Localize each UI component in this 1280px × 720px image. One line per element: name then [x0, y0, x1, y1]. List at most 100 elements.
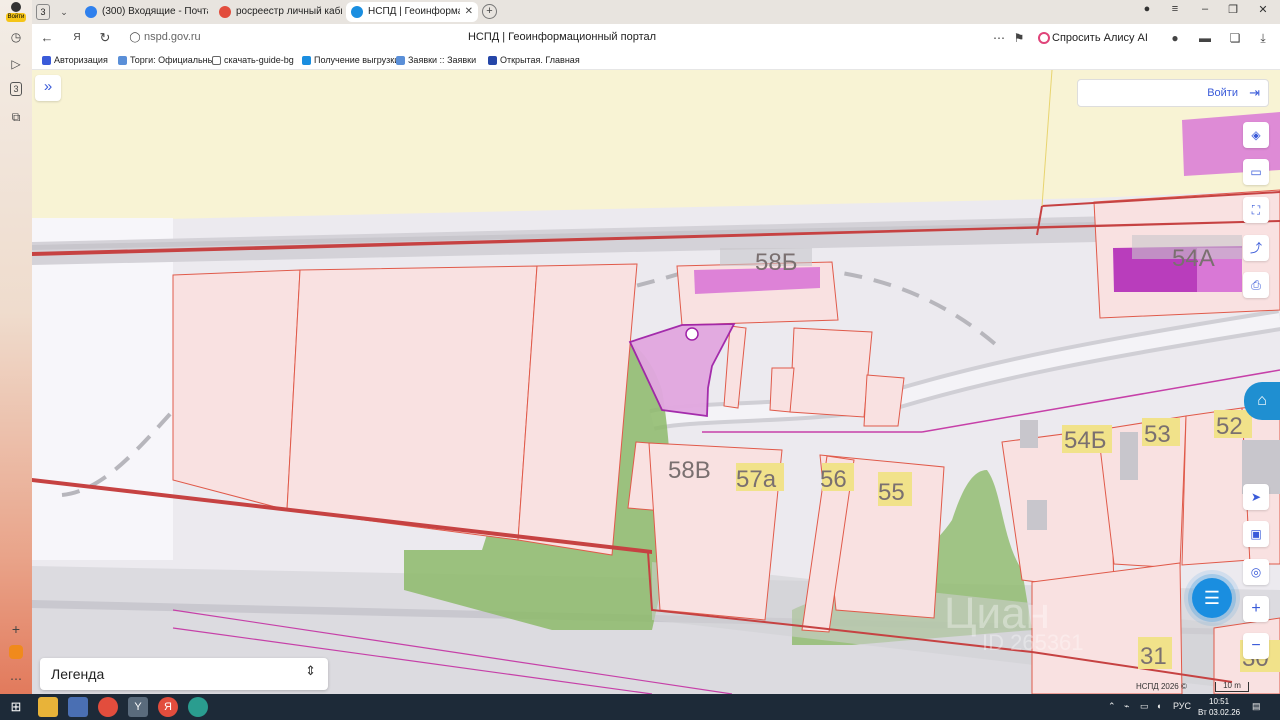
restore-icon[interactable]: ❐ [1224, 3, 1242, 16]
vpn-icon[interactable]: ▬ [1196, 29, 1214, 47]
navigate-button[interactable]: ➤ [1243, 484, 1269, 510]
parcel-label: 54Б [1064, 427, 1106, 454]
play-icon[interactable]: ▷ [7, 55, 25, 73]
tab-bar: 3 ⌄ (300) Входящие - Почта Mail росреест… [32, 0, 1280, 24]
layers-button[interactable]: ◈ [1243, 122, 1269, 148]
parcel-label: 52 [1216, 413, 1243, 440]
bookmark-item[interactable]: Торги: Официальный [118, 55, 219, 65]
profile-avatar[interactable]: Войти [4, 2, 28, 22]
map-layer: 58Б 54А 58В 57а 56 55 54Б 53 52 31 30 Ци… [32, 70, 1280, 694]
parcel-label: 57а [736, 466, 777, 493]
minimap-button[interactable]: ▣ [1243, 521, 1269, 547]
parcel-label: 58В [668, 457, 711, 484]
parcel-label: 58Б [755, 249, 797, 276]
tab-label: (300) Входящие - Почта Mail [102, 6, 208, 17]
map-canvas[interactable]: 58Б 54А 58В 57а 56 55 54Б 53 52 31 30 Ци… [32, 70, 1280, 694]
address-bar: ← Я ↻ ◯ nspd.gov.ru НСПД | Геоинформацио… [32, 24, 1280, 52]
bookmark-icon[interactable]: ⚑ [1010, 29, 1028, 47]
language-indicator[interactable]: РУС [1173, 701, 1191, 711]
print-button[interactable]: ⎙ [1243, 272, 1269, 298]
battery-icon[interactable]: ▭ [1140, 701, 1149, 712]
location-button[interactable]: ◎ [1243, 559, 1269, 585]
tab-label: НСПД | Геоинформационный портал [368, 6, 460, 17]
browser-window: Войти ◷ ▷ 3 ⧉ + ⋯ 3 ⌄ (300) Входящие - П… [0, 0, 1280, 694]
bookmark-item[interactable]: скачать-guide-bg [212, 55, 294, 65]
back-icon[interactable]: ← [38, 29, 56, 47]
mail-app-icon[interactable] [9, 645, 23, 659]
clock[interactable]: 10:51 Вт 03.02.26 [1198, 696, 1240, 718]
tray-chevron-icon[interactable]: ⌃ [1108, 701, 1116, 712]
login-button[interactable]: Войти ⇥ [1077, 79, 1269, 107]
alice-button[interactable]: Спросить Алису AI [1036, 29, 1148, 47]
mail-icon [85, 6, 97, 18]
screenshot-icon[interactable]: ⧉ [7, 108, 25, 126]
sidebar-badge[interactable]: 3 [10, 82, 22, 96]
bookmark-item[interactable]: Получение выгрузки [302, 55, 399, 65]
bookmark-item[interactable]: Авторизация [42, 55, 108, 65]
extension-icon[interactable]: ● [1166, 29, 1184, 47]
history-icon[interactable]: ◷ [7, 28, 25, 46]
zoom-out-button[interactable]: − [1243, 633, 1269, 659]
bookmarks-bar: Авторизация Торги: Официальный скачать-g… [32, 52, 1280, 70]
watermark-id: ID 265361 [982, 630, 1084, 655]
assistant-button[interactable]: ⌂ [1244, 382, 1280, 420]
parcel-label: 53 [1144, 421, 1171, 448]
yandex-browser-icon[interactable]: Y [128, 697, 148, 717]
yandex-icon [219, 6, 231, 18]
parcel-label: 56 [820, 466, 847, 493]
login-label: Войти [1207, 87, 1238, 99]
network-icon[interactable]: ⌁ [1124, 701, 1129, 712]
yandex-icon[interactable]: Я [158, 697, 178, 717]
more-icon[interactable]: ⋯ [7, 670, 25, 688]
share-button[interactable]: ⤴ [1243, 235, 1269, 261]
minimize-icon[interactable]: – [1196, 3, 1214, 15]
parcel-label: 31 [1140, 643, 1167, 670]
calculator-icon[interactable] [68, 697, 88, 717]
collections-icon[interactable]: ❏ [1226, 29, 1244, 47]
downloads-icon[interactable]: ⤓ [1254, 29, 1272, 47]
zoom-in-button[interactable]: + [1243, 596, 1269, 622]
alice-label: Спросить Алису AI [1052, 32, 1148, 44]
tab-rosreestr[interactable]: росреестр личный кабинет [214, 2, 342, 22]
expand-panel-button[interactable]: » [35, 75, 61, 101]
browser-sidebar: Войти ◷ ▷ 3 ⧉ + ⋯ [0, 0, 32, 694]
bookmark-item[interactable]: Открытая. Главная [488, 55, 580, 65]
select-area-button[interactable]: ⛶ [1243, 197, 1269, 223]
nspd-icon [351, 6, 363, 18]
url-field[interactable]: nspd.gov.ru [144, 31, 201, 43]
clock-time: 10:51 [1209, 697, 1230, 706]
tab-nspd[interactable]: НСПД | Геоинформационный портал ✕ [346, 2, 478, 22]
reload-icon[interactable]: ↻ [96, 29, 114, 47]
windows-start-icon[interactable]: ⊞ [6, 697, 26, 717]
close-window-icon[interactable]: ✕ [1254, 3, 1272, 16]
copyright: НСПД 2026 © [1136, 682, 1187, 691]
add-icon[interactable]: + [7, 620, 25, 638]
edge-icon[interactable] [188, 697, 208, 717]
legend-label: Легенда [51, 666, 105, 682]
chrome-icon[interactable] [98, 697, 118, 717]
menu-icon[interactable]: ≡ [1166, 3, 1184, 15]
legend-panel[interactable]: Легенда ⇕ [40, 658, 328, 690]
clock-date: Вт 03.02.26 [1198, 708, 1241, 717]
parcel-label: 55 [878, 479, 905, 506]
notifications-icon[interactable]: ● [1138, 3, 1156, 15]
bookmark-item[interactable]: Заявки :: Заявки [396, 55, 476, 65]
chevron-down-icon[interactable]: ⌄ [56, 3, 72, 21]
tab-mail[interactable]: (300) Входящие - Почта Mail [80, 2, 208, 22]
scale-bar: 10 m [1215, 682, 1249, 692]
tab-count-badge[interactable]: 3 [36, 4, 50, 20]
taskbar: ⊞ Y Я ⌃ ⌁ ▭ ◖ РУС 10:51 Вт 03.02.26 ▤ [0, 694, 1280, 720]
parcel-label: 54А [1172, 245, 1215, 272]
tab-label: росреестр личный кабинет [236, 6, 342, 17]
more-options-icon[interactable]: ⋯ [990, 29, 1008, 47]
volume-icon[interactable]: ◖ [1156, 701, 1161, 711]
close-tab-icon[interactable]: ✕ [465, 2, 473, 22]
notification-center-icon[interactable]: ▤ [1252, 701, 1261, 712]
ruler-button[interactable]: ▭ [1243, 159, 1269, 185]
file-explorer-icon[interactable] [38, 697, 58, 717]
profile-login-label: Войти [6, 13, 26, 22]
login-icon: ⇥ [1249, 85, 1260, 100]
chat-button[interactable]: ☰ [1192, 578, 1232, 618]
new-tab-button[interactable]: + [482, 4, 497, 19]
yandex-home-icon[interactable]: Я [68, 29, 86, 47]
